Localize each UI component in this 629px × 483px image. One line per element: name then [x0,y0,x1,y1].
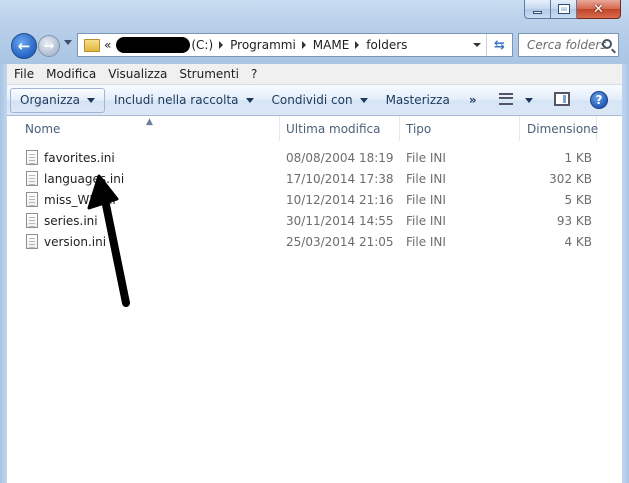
annotation-arrow [87,174,130,307]
annotation-arrow-shaft [99,186,130,307]
annotation-arrow-head [87,174,119,210]
